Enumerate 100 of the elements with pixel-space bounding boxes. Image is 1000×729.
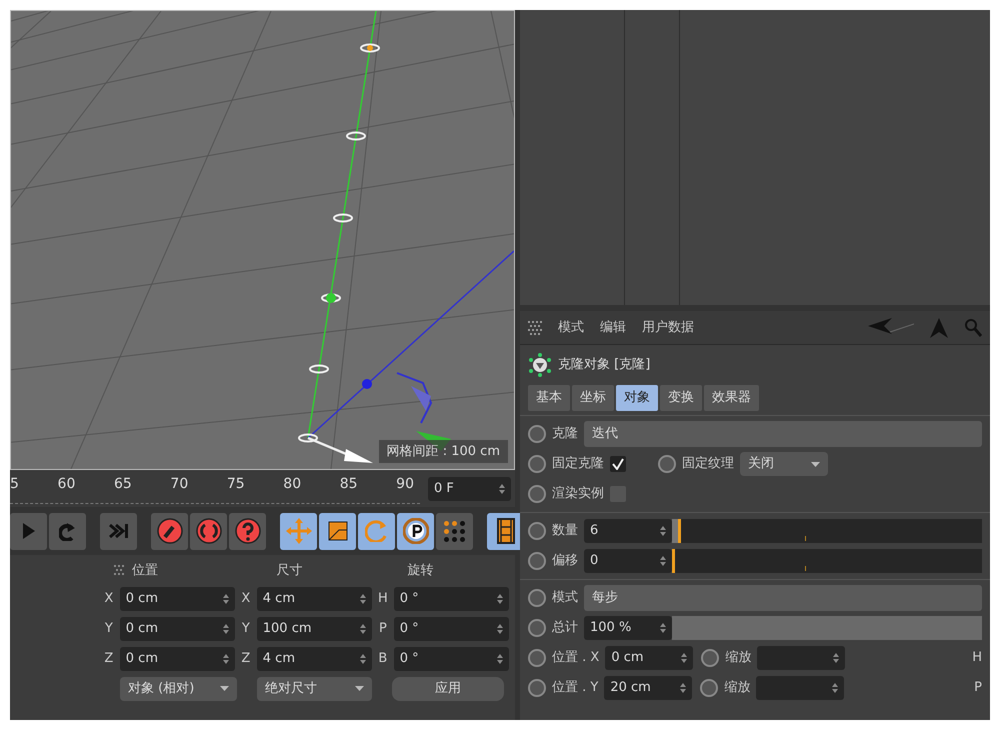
- up-arrow-icon[interactable]: [930, 318, 948, 338]
- frame-value: 0 F: [434, 480, 454, 498]
- spinner-icon: [497, 594, 503, 604]
- keyframe-dot-icon[interactable]: [528, 649, 546, 667]
- field-label: 缩放: [724, 679, 750, 698]
- keyframe-dot-icon[interactable]: [701, 649, 720, 667]
- size-dropdown[interactable]: 绝对尺寸: [257, 676, 372, 700]
- field-label: 固定克隆: [552, 455, 604, 474]
- scale-icon: [328, 521, 348, 541]
- keyframe-dot-icon[interactable]: [528, 425, 546, 443]
- help-icon: [234, 518, 260, 544]
- apply-button[interactable]: 应用: [392, 676, 504, 700]
- spinner-icon: [660, 556, 666, 566]
- dropdown-field[interactable]: 迭代: [584, 421, 982, 447]
- coordinate-field[interactable]: 0 cm: [120, 616, 235, 640]
- number-field[interactable]: 6: [584, 519, 672, 543]
- field-label: P: [974, 679, 982, 698]
- field-value: 0 °: [400, 590, 419, 608]
- field-value: 100 cm: [262, 620, 312, 638]
- spinner-icon: [833, 653, 840, 663]
- field-label: 总计: [552, 619, 578, 638]
- axis-label: P: [378, 620, 388, 638]
- number-field[interactable]: [757, 646, 846, 670]
- axis-label: Y: [240, 620, 251, 638]
- keyframe-dot-icon[interactable]: [528, 679, 546, 697]
- spinner-icon: [360, 594, 366, 604]
- coordinate-field[interactable]: 4 cm: [256, 646, 372, 670]
- keyframe-dot-icon[interactable]: [528, 589, 546, 607]
- menu-item[interactable]: 编辑: [600, 318, 626, 338]
- number-field[interactable]: 0 cm: [605, 646, 694, 670]
- tab[interactable]: 效果器: [704, 385, 759, 411]
- axis-label: X: [240, 590, 252, 608]
- keyframe-dot-icon[interactable]: [528, 619, 546, 637]
- coordinate-field[interactable]: 0 °: [394, 646, 509, 670]
- frame-tick-label: 70: [170, 474, 188, 494]
- field-label: 模式: [552, 589, 578, 608]
- mode-dropdown[interactable]: 对象 (相对): [120, 676, 237, 700]
- field-label: 数量: [552, 522, 578, 540]
- keyframe-dot-icon[interactable]: [528, 522, 546, 540]
- frame-tick-label: 85: [340, 474, 358, 494]
- coordinate-field[interactable]: 0 cm: [120, 646, 235, 670]
- number-field[interactable]: [756, 676, 844, 700]
- toolbar-button[interactable]: [397, 512, 434, 550]
- checkbox[interactable]: [610, 456, 626, 472]
- grid-spacing-label: 网格间距 : 100 cm: [378, 440, 508, 463]
- tab[interactable]: 基本: [528, 385, 570, 411]
- field-value: 0 cm: [126, 620, 158, 638]
- record-icon: [196, 518, 222, 544]
- coordinate-field[interactable]: 0 °: [394, 586, 509, 610]
- spinner-icon: [832, 683, 838, 693]
- spinner-icon: [497, 624, 503, 634]
- axis-label: X: [103, 590, 114, 608]
- coordinate-field[interactable]: 0 cm: [120, 586, 235, 610]
- tab[interactable]: 对象: [616, 385, 658, 411]
- keyframe-dot-icon[interactable]: [700, 679, 718, 697]
- axis-label: Z: [240, 650, 252, 668]
- field-value: 0 cm: [126, 650, 158, 668]
- number-field[interactable]: 0: [584, 549, 672, 573]
- menu-item[interactable]: 用户数据: [642, 318, 694, 338]
- keyframe-dot-icon[interactable]: [528, 455, 546, 473]
- axis-label: B: [377, 650, 388, 668]
- keyframe-dot-icon[interactable]: [528, 485, 546, 503]
- menu-item[interactable]: 模式: [558, 318, 584, 338]
- field-label: 位置 . X: [552, 649, 600, 668]
- toolbar-button[interactable]: [436, 512, 473, 550]
- coordinate-field[interactable]: 100 cm: [256, 616, 372, 640]
- caret-icon: [220, 686, 229, 691]
- keyframe-dot-icon[interactable]: [658, 455, 676, 473]
- timeline-ruler[interactable]: 5 60 65 70 75 80 85 90: [10, 474, 420, 504]
- dropdown-field[interactable]: 每步: [584, 585, 982, 611]
- toolbar-button[interactable]: [319, 512, 356, 550]
- axis-label: Z: [103, 650, 114, 668]
- spinner-icon: [360, 624, 366, 634]
- field-label: 渲染实例: [552, 485, 604, 504]
- move-icon: [284, 517, 312, 545]
- tab[interactable]: 变换: [660, 385, 702, 411]
- cloner-icon: [528, 353, 552, 377]
- frame-tick-label: 90: [396, 474, 414, 494]
- frame-tick-label: 75: [226, 474, 245, 494]
- frame-field[interactable]: 0 F: [428, 476, 511, 500]
- field-value: 0 °: [400, 650, 419, 668]
- field-value: 4 cm: [262, 590, 295, 608]
- field-label: 缩放: [725, 649, 752, 668]
- spinner-icon: [223, 654, 229, 664]
- dropdown[interactable]: 关闭: [740, 452, 828, 476]
- number-field[interactable]: 20 cm: [604, 676, 692, 700]
- spinner-icon: [681, 653, 688, 663]
- spinner-icon: [223, 594, 229, 604]
- caret-icon: [355, 686, 364, 691]
- keyframe-dot-icon[interactable]: [528, 552, 546, 570]
- number-field[interactable]: 100 %: [584, 616, 672, 640]
- coordinate-field[interactable]: 0 °: [394, 616, 509, 640]
- field-label: H: [972, 649, 982, 668]
- axis-label: Y: [104, 620, 114, 638]
- coordinate-field[interactable]: 4 cm: [256, 586, 372, 610]
- spinner-icon: [680, 683, 686, 693]
- key-icon: [156, 518, 182, 544]
- tab[interactable]: 坐标: [572, 385, 614, 411]
- spinner-icon: [660, 623, 666, 633]
- search-icon[interactable]: [964, 318, 982, 338]
